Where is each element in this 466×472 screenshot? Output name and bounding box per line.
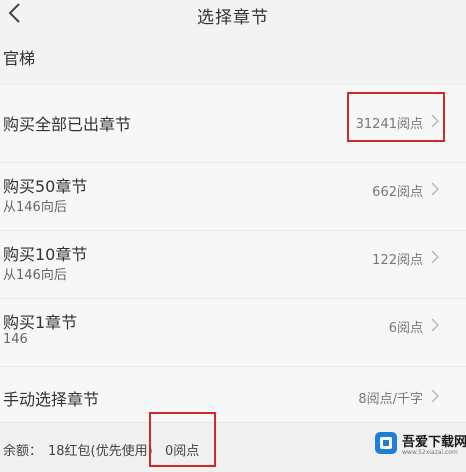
- chevron-right-icon: [430, 182, 440, 196]
- watermark-text: 吾爱下载网: [402, 435, 466, 450]
- option-title: 购买10章节: [3, 245, 88, 264]
- navigation-bar: 选择章节: [0, 0, 466, 28]
- option-price: 6阅点: [388, 321, 423, 336]
- page-title: 选择章节: [197, 8, 269, 28]
- option-price: 662阅点: [372, 185, 423, 200]
- option-title: 手动选择章节: [3, 390, 100, 409]
- book-title: 官梯: [3, 49, 36, 68]
- option-buy-50-row[interactable]: 购买50章节 从146向后 662阅点: [0, 162, 466, 231]
- chevron-right-icon: [430, 250, 440, 264]
- option-price: 122阅点: [372, 253, 423, 268]
- option-buy-1-row[interactable]: 购买1章节 146 6阅点: [0, 298, 466, 367]
- option-title: 购买全部已出章节: [3, 115, 132, 134]
- chevron-right-icon: [430, 318, 440, 332]
- option-subtitle: 146: [3, 332, 28, 347]
- option-buy-10-row[interactable]: 购买10章节 从146向后 122阅点: [0, 230, 466, 299]
- option-manual-select-row[interactable]: 手动选择章节 8阅点/千字: [0, 366, 466, 423]
- option-subtitle: 从146向后: [3, 200, 67, 215]
- watermark-logo-icon: [374, 431, 398, 455]
- highlight-box-total-price: [347, 92, 445, 142]
- option-price: 8阅点/千字: [358, 392, 423, 407]
- balance-label: 余额：: [3, 444, 43, 459]
- red-packet-balance: 18红包(优先使用): [48, 444, 153, 459]
- watermark-url: www.52xiazai.com: [402, 449, 458, 456]
- option-title: 购买1章节: [3, 313, 78, 332]
- option-subtitle: 从146向后: [3, 268, 67, 283]
- chevron-right-icon: [430, 389, 440, 403]
- option-title: 购买50章节: [3, 177, 88, 196]
- highlight-box-balance-points: [149, 412, 216, 467]
- site-watermark: 吾爱下载网 www.52xiazai.com: [370, 425, 466, 465]
